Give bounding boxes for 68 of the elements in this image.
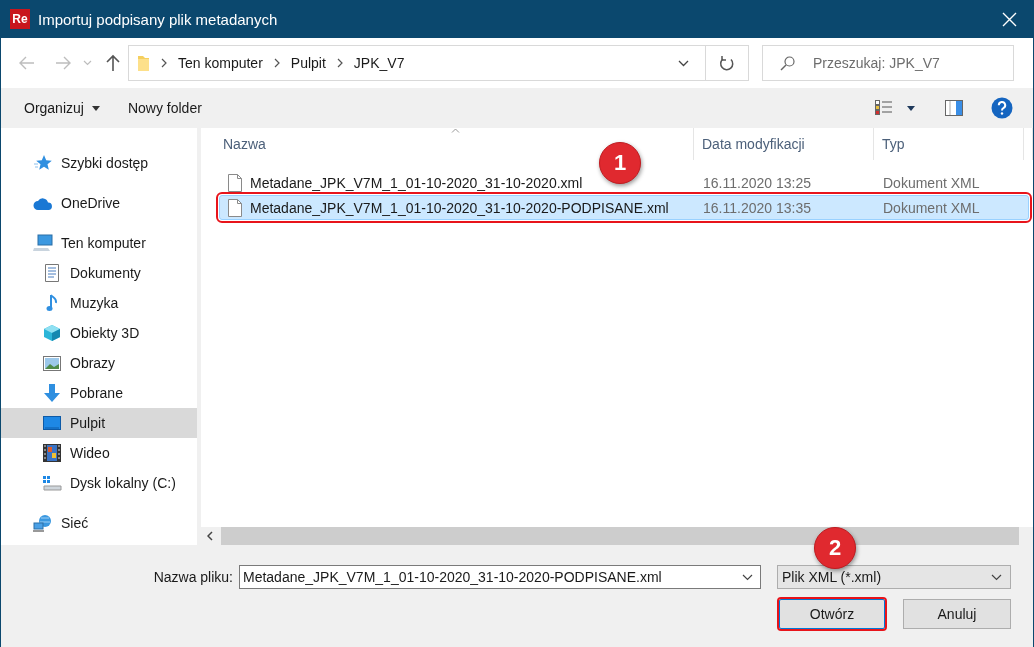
file-type: Dokument XML — [882, 174, 981, 191]
file-type: Dokument XML — [882, 199, 981, 216]
file-icon — [228, 173, 242, 192]
sidebar-item[interactable]: Szybki dostęp — [1, 148, 197, 178]
cube-icon — [43, 324, 61, 342]
modified-date: 16.11.2020 13:35 — [702, 199, 812, 216]
dropdown-icon — [991, 573, 1002, 581]
drive-icon — [42, 475, 62, 491]
sort-caret-icon — [451, 128, 460, 133]
new-folder-button[interactable]: Nowy folder — [127, 96, 202, 120]
image-icon — [43, 355, 61, 371]
open-button[interactable]: Otwórz — [779, 599, 885, 629]
sidebar-item[interactable]: Ten komputer — [1, 228, 197, 258]
breadcrumb[interactable]: JPK_V7 — [353, 55, 405, 71]
close-icon[interactable] — [1002, 11, 1017, 27]
dropdown-icon[interactable] — [678, 59, 689, 67]
sidebar-item[interactable]: Muzyka — [1, 288, 197, 318]
file-name: Metadane_JPK_V7M_1_01-10-2020_31-10-2020.xml — [250, 174, 583, 191]
breadcrumb[interactable]: Ten komputer — [178, 55, 263, 71]
up-icon[interactable] — [106, 54, 120, 72]
chevron-icon — [272, 58, 281, 68]
network-icon — [33, 514, 53, 532]
preview-pane-icon[interactable] — [945, 100, 963, 116]
address-field[interactable]: Ten komputer Pulpit JPK_V7 — [128, 45, 749, 81]
film-icon — [43, 444, 61, 462]
window-title: Importuj podpisany plik metadanych — [38, 10, 279, 28]
sidebar-item[interactable]: OneDrive — [1, 188, 197, 218]
filename-label: Nazwa pliku: — [153, 569, 233, 585]
sidebar-item[interactable]: Pobrane — [1, 378, 197, 408]
modified-date: 16.11.2020 13:25 — [702, 174, 812, 191]
folder-icon — [137, 54, 150, 72]
sidebar-item[interactable]: Pulpit — [1, 408, 197, 438]
music-note-icon — [46, 294, 58, 312]
scroll-left-icon[interactable] — [207, 531, 213, 541]
sidebar-item[interactable]: Wideo — [1, 438, 197, 468]
caret-icon — [907, 105, 915, 111]
sidebar-item[interactable]: Obiekty 3D — [1, 318, 197, 348]
computer-icon — [33, 234, 53, 252]
desktop-icon — [43, 416, 61, 430]
view-options-icon[interactable] — [875, 100, 893, 116]
help-icon[interactable] — [991, 97, 1013, 119]
sidebar-item[interactable]: Dysk lokalny (C:) — [1, 468, 197, 498]
star-icon — [34, 155, 52, 171]
search-icon — [780, 56, 795, 71]
column-header[interactable]: Nazwa — [223, 136, 266, 152]
caret-icon — [91, 105, 100, 111]
column-header[interactable]: Data modyfikacji — [702, 136, 805, 152]
sidebar-item[interactable]: Sieć — [1, 508, 197, 538]
app-logo: Re — [10, 9, 30, 29]
sidebar-item[interactable]: Dokumenty — [1, 258, 197, 288]
breadcrumb[interactable]: Pulpit — [290, 55, 326, 71]
dropdown-icon[interactable] — [742, 574, 753, 581]
chevron-icon — [160, 58, 168, 68]
file-row[interactable]: Metadane_JPK_V7M_1_01-10-2020_31-10-2020-PODPISANE.xml 16.11.2020 13:35 Dokument XML — [219, 195, 1029, 220]
column-header[interactable]: Typ — [882, 136, 905, 152]
file-icon — [228, 198, 242, 217]
cancel-button[interactable]: Anuluj — [903, 599, 1011, 629]
sidebar-item[interactable]: Obrazy — [1, 348, 197, 378]
file-name: Metadane_JPK_V7M_1_01-10-2020_31-10-2020-PODPISANE.xml — [250, 199, 669, 216]
organize-menu[interactable]: Organizuj — [24, 96, 100, 120]
refresh-icon[interactable] — [719, 54, 735, 72]
cloud-icon — [33, 196, 53, 210]
file-type-dropdown[interactable]: Plik XML (*.xml) — [777, 565, 1011, 589]
chevron-icon — [335, 58, 344, 68]
search-field[interactable]: Przeszukaj: JPK_V7 — [762, 45, 1014, 81]
download-icon — [44, 384, 60, 402]
document-icon — [45, 264, 59, 282]
filename-field[interactable]: Metadane_JPK_V7M_1_01-10-2020_31-10-2020-PODPISANE.xml — [239, 565, 761, 589]
